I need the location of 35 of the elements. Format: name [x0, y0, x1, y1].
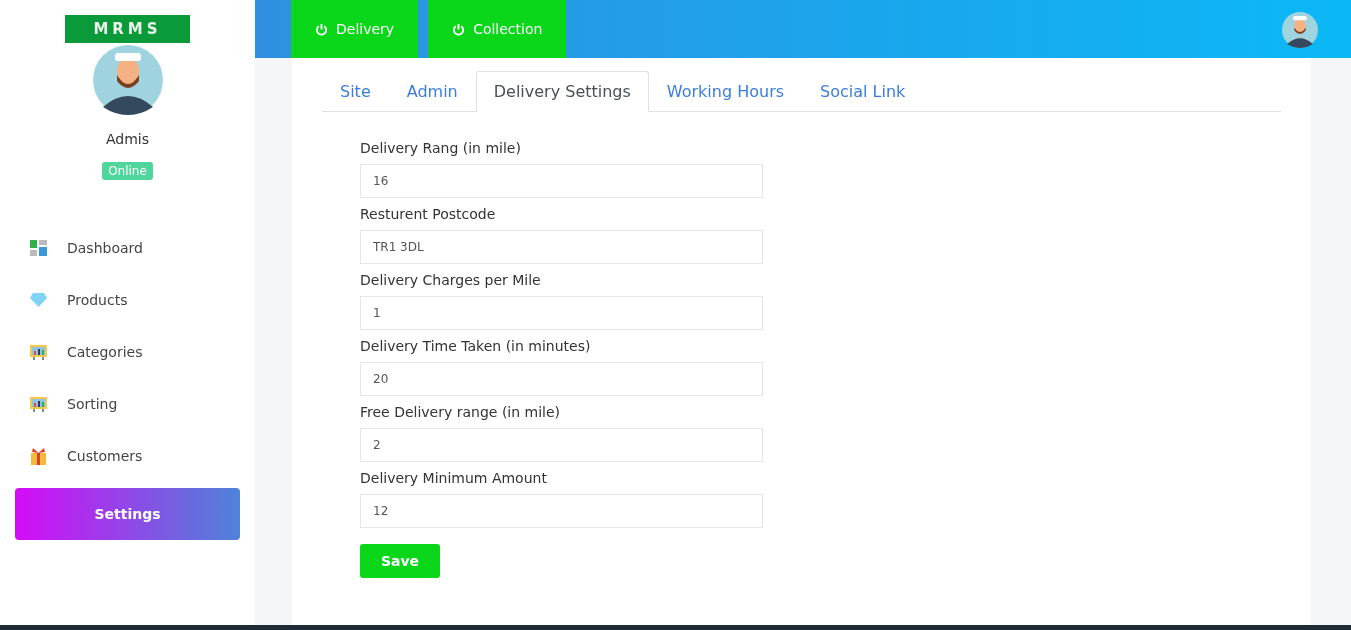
tab[interactable]: Delivery Settings	[475, 71, 649, 112]
field-label: Delivery Time Taken (in minutes)	[360, 338, 592, 354]
tab[interactable]: Site	[322, 71, 389, 112]
nav-item[interactable]: Settings	[15, 488, 240, 540]
power-icon	[315, 22, 328, 36]
header-avatar	[1282, 12, 1318, 48]
nav-item[interactable]: Customers	[0, 430, 255, 482]
input-field[interactable]: 12	[360, 494, 763, 528]
nav-item[interactable]: Dashboard	[0, 222, 255, 274]
field-label: Resturent Postcode	[360, 206, 497, 222]
user-name: Admis	[105, 131, 149, 147]
tab[interactable]: Social Link	[802, 71, 924, 112]
chart-board-icon	[30, 396, 47, 412]
field-label: Delivery Rang (in mile)	[360, 140, 522, 156]
tab[interactable]: Working Hours	[648, 71, 803, 112]
input-field[interactable]: 1	[360, 296, 763, 330]
logo: MRMS	[65, 15, 190, 43]
gem-icon	[30, 293, 47, 307]
input-field[interactable]: TR1 3DL	[360, 230, 763, 264]
input-field[interactable]: 2	[360, 428, 763, 462]
dashboard-icon	[30, 240, 47, 256]
input-field[interactable]: 20	[360, 362, 763, 396]
nav-item[interactable]: Sorting	[0, 378, 255, 430]
status-badge: Online	[102, 162, 153, 180]
field-label: Delivery Minimum Amount	[360, 470, 548, 486]
nav-item[interactable]: Products	[0, 274, 255, 326]
input-field[interactable]: 16	[360, 164, 763, 198]
avatar	[92, 45, 163, 115]
nav-item[interactable]: Categories	[0, 326, 255, 378]
field-label: Delivery Charges per Mile	[360, 272, 542, 288]
field-label: Free Delivery range (in mile)	[360, 404, 562, 420]
tab[interactable]: Admin	[388, 71, 476, 112]
power-icon	[452, 22, 466, 36]
chart-board-icon	[30, 344, 47, 360]
gift-icon	[30, 447, 47, 465]
